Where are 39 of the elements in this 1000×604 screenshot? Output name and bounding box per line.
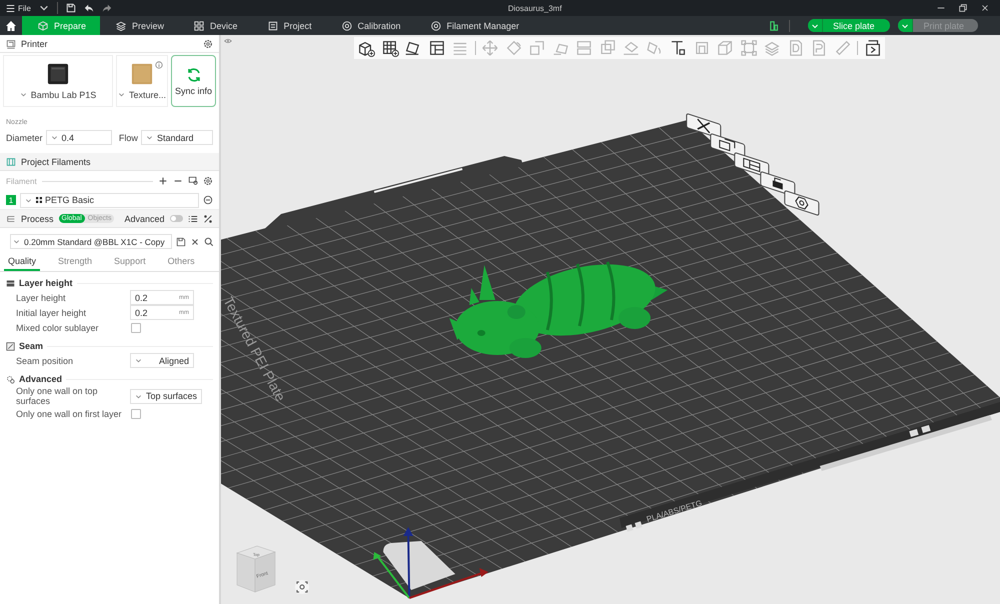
settings-tab[interactable]: Strength	[54, 252, 96, 271]
sync-info-button[interactable]: Sync info	[171, 55, 216, 107]
nav-tab[interactable]: Preview	[100, 16, 178, 35]
nav-tab[interactable]: Device	[178, 16, 252, 35]
setting-label: Seam position	[16, 356, 74, 366]
group-title: Layer height	[19, 278, 73, 288]
printer-card[interactable]: Bambu Lab P1S	[3, 55, 113, 107]
settings-tab[interactable]: Support	[110, 252, 150, 271]
diameter-select[interactable]: 0.4	[46, 130, 112, 145]
advanced-label: Advanced	[124, 214, 165, 224]
setting-select[interactable]: Aligned	[130, 353, 194, 368]
filament-select[interactable]: PETG Basic	[20, 192, 199, 208]
filament-index: 1	[6, 195, 16, 205]
section-title: Printer	[21, 38, 48, 48]
filament-label: Filament	[6, 176, 37, 186]
settings-tab[interactable]: Quality	[4, 252, 40, 271]
flow-label: Flow	[118, 132, 138, 142]
printer-select[interactable]: Bambu Lab P1S	[20, 90, 96, 100]
plate-card[interactable]: Texture...	[116, 55, 168, 107]
section-title: Project Filaments	[21, 156, 91, 166]
plate-select[interactable]: Texture...	[118, 90, 166, 100]
setting-label: Mixed color sublayer	[16, 322, 100, 332]
flow-select[interactable]: Standard	[140, 130, 213, 145]
setting-select[interactable]: Top surfaces	[130, 388, 202, 404]
preset-select[interactable]: 0.20mm Standard @BBL X1C - Copy	[10, 234, 172, 249]
nav-tab[interactable]: Project	[252, 16, 326, 35]
window-title: Diosaurus_3mf	[508, 4, 562, 12]
diameter-label: Diameter	[6, 132, 43, 142]
setting-label: Layer height	[16, 292, 67, 302]
settings-tab[interactable]: Others	[164, 252, 199, 271]
file-menu[interactable]: File	[6, 4, 31, 12]
setting-label: Initial layer height	[16, 308, 88, 318]
setting-label: Only one wall on first layer	[16, 408, 123, 418]
section-title: Process	[21, 214, 54, 224]
nav-tab[interactable]: Filament Manager	[414, 16, 534, 35]
setting-label: Only one wall on top surfaces	[16, 386, 99, 406]
nav-tab[interactable]: Calibration	[326, 16, 415, 35]
group-title: Advanced	[19, 374, 62, 384]
group-title: Seam	[19, 341, 44, 351]
